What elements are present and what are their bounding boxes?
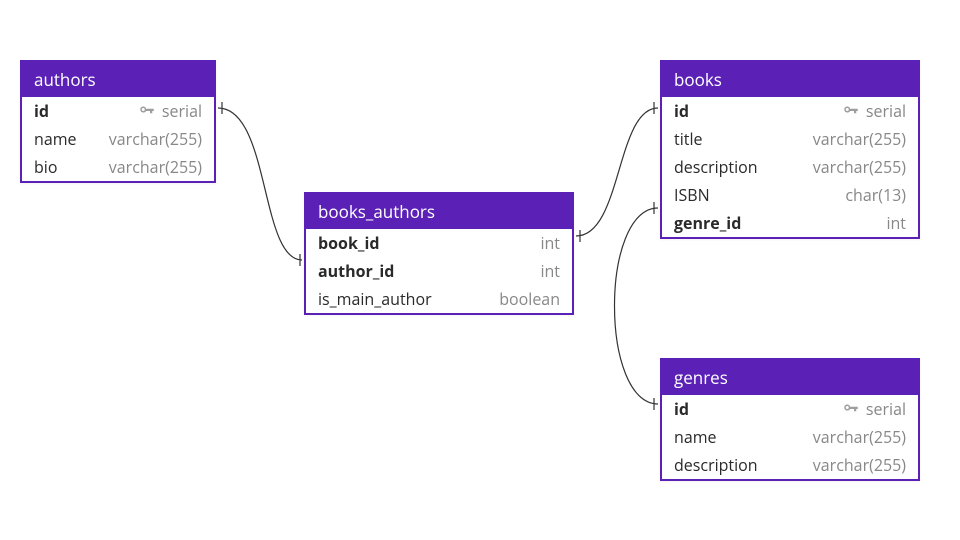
table-row: book_id int — [306, 229, 572, 257]
key-icon — [842, 400, 860, 418]
key-icon — [842, 102, 860, 120]
table-authors-columns: id serial name varchar(255) bio varchar(… — [22, 97, 214, 181]
column-name: id — [674, 397, 689, 421]
table-genres-columns: id serial name varchar(255) description … — [662, 395, 918, 479]
table-books-authors-columns: book_id int author_id int is_main_author… — [306, 229, 572, 313]
column-name: author_id — [318, 259, 394, 283]
table-books-columns: id serial title varchar(255) description… — [662, 97, 918, 237]
table-row: name varchar(255) — [662, 423, 918, 451]
table-row: id serial — [22, 97, 214, 125]
column-name: ISBN — [674, 183, 710, 207]
table-authors-title: authors — [22, 62, 214, 97]
key-icon — [138, 102, 156, 120]
table-row: description varchar(255) — [662, 153, 918, 181]
column-type: serial — [162, 99, 202, 123]
column-type: int — [540, 231, 560, 255]
column-name: description — [674, 155, 758, 179]
table-row: name varchar(255) — [22, 125, 214, 153]
column-type: varchar(255) — [813, 425, 906, 449]
column-name: id — [34, 99, 49, 123]
table-row: description varchar(255) — [662, 451, 918, 479]
table-row: bio varchar(255) — [22, 153, 214, 181]
column-name: bio — [34, 155, 57, 179]
column-type: varchar(255) — [813, 453, 906, 477]
table-row: genre_id int — [662, 209, 918, 237]
column-type: int — [886, 211, 906, 235]
table-row: id serial — [662, 395, 918, 423]
table-row: is_main_author boolean — [306, 285, 572, 313]
column-name: description — [674, 453, 758, 477]
column-name: id — [674, 99, 689, 123]
table-genres[interactable]: genres id serial name varchar(255) descr… — [660, 358, 920, 481]
column-type: int — [540, 259, 560, 283]
table-books-authors-title: books_authors — [306, 194, 572, 229]
column-type: varchar(255) — [813, 127, 906, 151]
column-type: boolean — [499, 287, 560, 311]
column-name: genre_id — [674, 211, 741, 235]
column-type: serial — [866, 99, 906, 123]
column-type: varchar(255) — [109, 127, 202, 151]
table-row: author_id int — [306, 257, 572, 285]
column-name: name — [674, 425, 717, 449]
column-type: varchar(255) — [813, 155, 906, 179]
table-genres-title: genres — [662, 360, 918, 395]
table-books[interactable]: books id serial title varchar(255) descr… — [660, 60, 920, 239]
table-authors[interactable]: authors id serial name varchar(255) bio … — [20, 60, 216, 183]
table-row: ISBN char(13) — [662, 181, 918, 209]
table-books-title: books — [662, 62, 918, 97]
column-name: is_main_author — [318, 287, 432, 311]
column-name: book_id — [318, 231, 379, 255]
column-type: varchar(255) — [109, 155, 202, 179]
column-type: char(13) — [845, 183, 906, 207]
column-name: name — [34, 127, 77, 151]
column-type: serial — [866, 397, 906, 421]
table-books-authors[interactable]: books_authors book_id int author_id int … — [304, 192, 574, 315]
table-row: title varchar(255) — [662, 125, 918, 153]
column-name: title — [674, 127, 702, 151]
table-row: id serial — [662, 97, 918, 125]
